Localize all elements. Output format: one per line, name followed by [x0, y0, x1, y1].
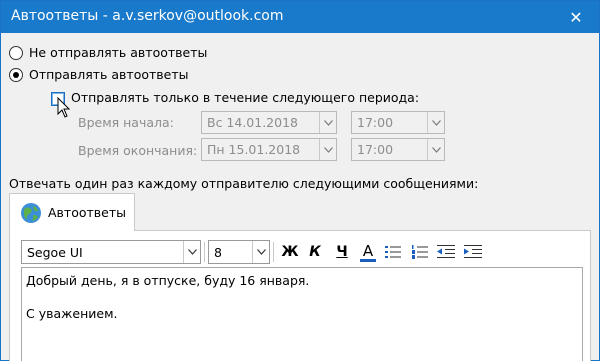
message-line-2: С уважением.: [26, 306, 118, 321]
increase-indent-icon: [464, 245, 482, 258]
close-button[interactable]: ✕: [553, 1, 599, 33]
mouse-cursor-icon: [57, 97, 71, 118]
bold-button[interactable]: Ж: [279, 241, 301, 263]
font-size-value: 8: [214, 245, 222, 260]
font-combo[interactable]: Segoe UI: [21, 240, 201, 264]
tab-label: Автоответы: [48, 205, 126, 220]
toolbar-separator: [204, 242, 205, 262]
reply-once-label: Отвечать один раз каждому отправителю сл…: [9, 176, 479, 191]
only-period-label[interactable]: Отправлять только в течение следующего п…: [71, 90, 419, 105]
start-time-value: 17:00: [357, 115, 394, 130]
toolbar-separator: [273, 242, 274, 262]
chevron-down-icon: [427, 112, 444, 133]
chevron-down-icon: [319, 139, 336, 160]
italic-label: К: [309, 244, 321, 260]
end-date-value: Пн 15.01.2018: [207, 142, 301, 157]
message-line-1: Добрый день, я в отпуске, буду 16 января…: [26, 273, 310, 288]
start-date-combo[interactable]: Вс 14.01.2018: [201, 111, 337, 134]
title-bar: Автоответы - a.v.serkov@outlook.com ✕: [1, 1, 599, 33]
chevron-down-icon: [427, 139, 444, 160]
tab-autoreplies[interactable]: Автоответы: [9, 193, 135, 231]
bold-label: Ж: [281, 244, 299, 260]
font-color-button[interactable]: A: [357, 241, 379, 263]
font-color-label: A: [362, 241, 374, 260]
dont-send-label[interactable]: Не отправлять автоответы: [29, 45, 207, 60]
radio-dot: [13, 72, 19, 78]
end-time-combo[interactable]: 17:00: [351, 138, 445, 161]
italic-button[interactable]: К: [304, 241, 326, 263]
message-editor[interactable]: Добрый день, я в отпуске, буду 16 января…: [21, 267, 583, 361]
numbered-list-icon: [412, 245, 428, 259]
chevron-down-icon: [319, 112, 336, 133]
decrease-indent-button[interactable]: [435, 241, 457, 263]
underline-button[interactable]: Ч: [331, 241, 353, 263]
globe-icon: [21, 203, 41, 223]
dont-send-radio[interactable]: [9, 46, 23, 60]
end-time-value: 17:00: [357, 142, 394, 157]
start-time-label: Время начала:: [78, 115, 174, 130]
increase-indent-button[interactable]: [462, 241, 484, 263]
underline-label: Ч: [336, 244, 348, 260]
font-color-swatch: [360, 258, 376, 262]
start-time-combo[interactable]: 17:00: [351, 111, 445, 134]
decrease-indent-icon: [437, 245, 455, 258]
numbering-button[interactable]: [409, 241, 431, 263]
chevron-down-icon: [252, 241, 269, 263]
end-time-label: Время окончания:: [78, 143, 198, 158]
bullet-list-icon: [385, 246, 401, 258]
chevron-down-icon: [183, 241, 200, 263]
start-date-value: Вс 14.01.2018: [207, 115, 298, 130]
send-label[interactable]: Отправлять автоответы: [29, 67, 188, 82]
bullets-button[interactable]: [382, 241, 404, 263]
close-icon: ✕: [569, 7, 583, 27]
autoreply-dialog: Автоответы - a.v.serkov@outlook.com ✕ Не…: [0, 0, 600, 361]
end-date-combo[interactable]: Пн 15.01.2018: [201, 138, 337, 161]
window-title: Автоответы - a.v.serkov@outlook.com: [11, 8, 284, 24]
send-radio[interactable]: [9, 68, 23, 82]
font-value: Segoe UI: [27, 245, 83, 260]
font-size-combo[interactable]: 8: [208, 240, 270, 264]
